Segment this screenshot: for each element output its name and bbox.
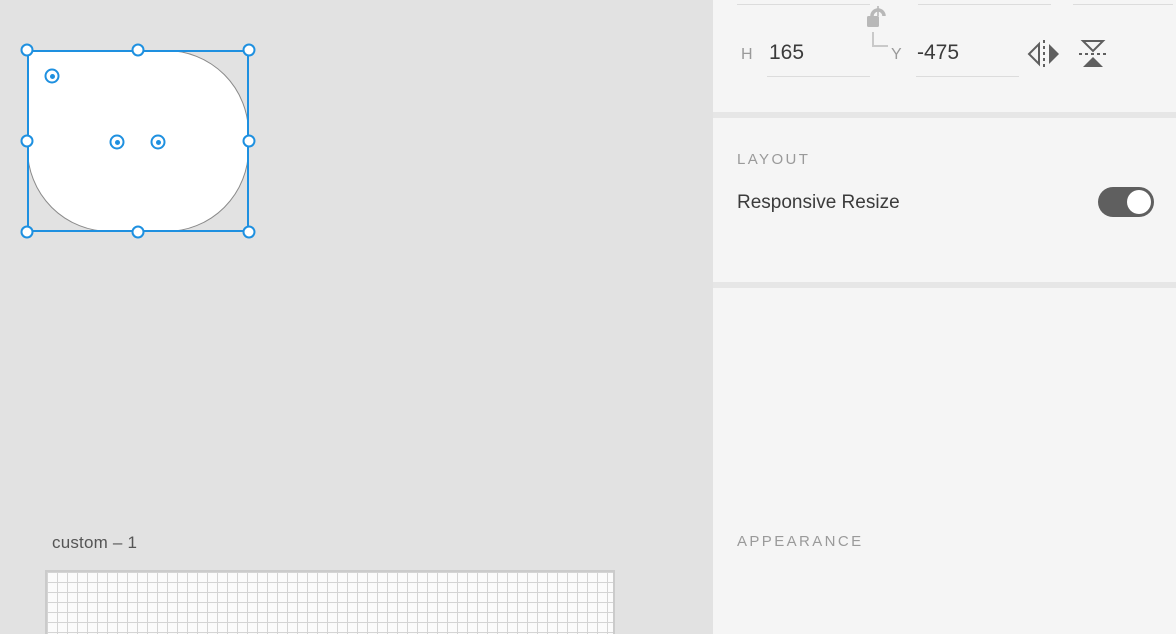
- toggle-knob: [1127, 190, 1151, 214]
- layer-name-label: custom – 1: [52, 533, 138, 552]
- height-value[interactable]: 165: [769, 41, 804, 65]
- flip-vertical-icon[interactable]: [1075, 36, 1111, 77]
- grid-preview-panel[interactable]: [45, 570, 615, 634]
- resize-handle-top-center[interactable]: [131, 43, 145, 57]
- resize-handle-bottom-center[interactable]: [131, 225, 145, 239]
- selection-bounding-box: [27, 50, 249, 232]
- y-label: Y: [891, 46, 902, 63]
- resize-handle-bottom-right[interactable]: [242, 225, 256, 239]
- appearance-section-title: APPEARANCE: [737, 533, 864, 550]
- section-divider-2: [713, 282, 1176, 288]
- design-canvas[interactable]: custom – 1: [0, 0, 713, 634]
- app-root: custom – 1 H 165 Y -475 LAYOUT Responsiv…: [0, 0, 1176, 634]
- resize-handle-middle-right[interactable]: [242, 134, 256, 148]
- layout-section: LAYOUT Responsive Resize: [713, 118, 1176, 218]
- responsive-resize-toggle[interactable]: [1098, 187, 1154, 217]
- y-value[interactable]: -475: [917, 41, 959, 65]
- resize-handle-top-right[interactable]: [242, 43, 256, 57]
- field-underline-top-right: [918, 4, 1051, 5]
- height-label: H: [741, 46, 753, 63]
- properties-panel: H 165 Y -475 LAYOUT Responsive Resize AP…: [713, 0, 1176, 634]
- height-field-underline: [767, 76, 870, 77]
- resize-handle-bottom-left[interactable]: [20, 225, 34, 239]
- dimensions-section: H 165 Y -475: [713, 0, 1176, 112]
- corner-radius-handle-top-left[interactable]: [44, 68, 60, 84]
- flip-horizontal-icon[interactable]: [1026, 38, 1062, 75]
- selected-shape-group[interactable]: [20, 43, 256, 239]
- corner-radius-handle-center-b[interactable]: [150, 134, 166, 150]
- field-underline-top-far-right: [1073, 4, 1173, 5]
- responsive-resize-label: Responsive Resize: [737, 192, 900, 213]
- field-underline-top-left: [737, 4, 870, 5]
- resize-handle-top-left[interactable]: [20, 43, 34, 57]
- y-field-underline: [916, 76, 1019, 77]
- layout-section-title: LAYOUT: [737, 151, 811, 168]
- corner-radius-handle-center-a[interactable]: [109, 134, 125, 150]
- resize-handle-middle-left[interactable]: [20, 134, 34, 148]
